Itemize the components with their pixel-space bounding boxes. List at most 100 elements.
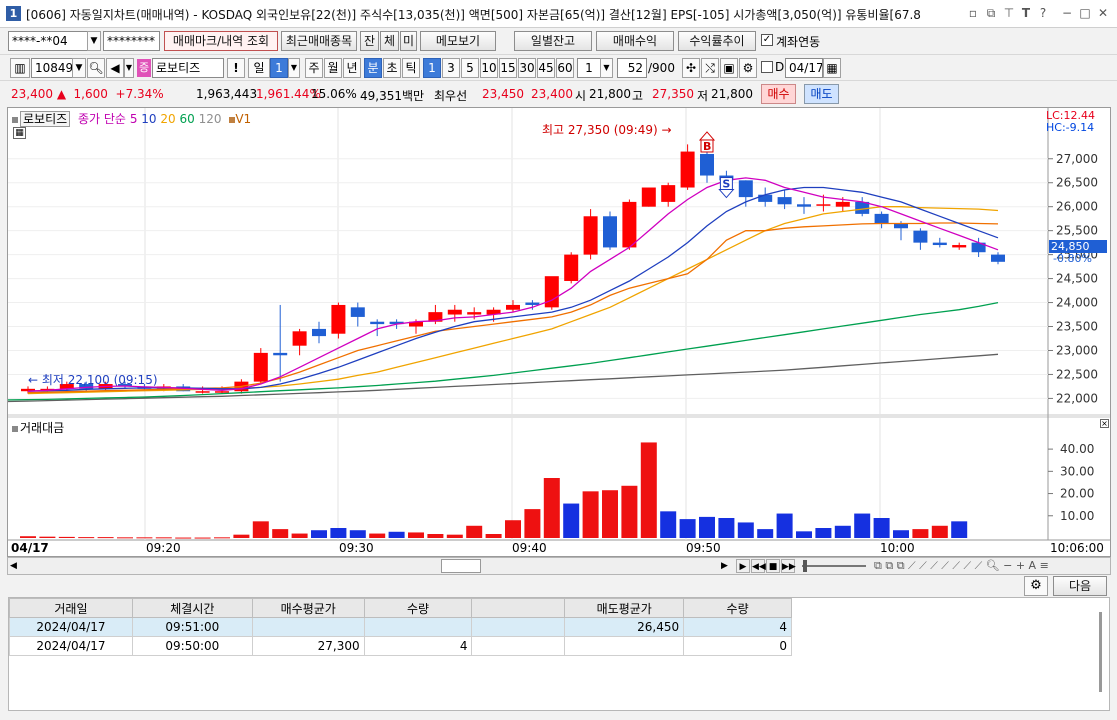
trade-profit-button[interactable]: 매매수익 [596,31,674,51]
header-exec-time[interactable]: 체결시간 [131,598,253,618]
period-year-button[interactable]: 년 [343,58,361,78]
candle-body [331,304,346,334]
tool-icon[interactable]: ⤭ [701,58,719,78]
period-second-button[interactable]: 초 [383,58,401,78]
header-buy-avg[interactable]: 매수평균가 [251,598,365,618]
cell-buy-qty [363,617,473,637]
candle-body [525,302,540,305]
minute-option-3[interactable]: 3 [442,58,460,78]
table-icon[interactable]: ▦ [13,127,26,139]
cell-blank [471,617,566,637]
date-field[interactable]: 04/17 [785,58,823,78]
close-icon[interactable]: ✕ [1096,6,1110,20]
restore-icon[interactable]: ⧉ [984,6,998,20]
table-row[interactable]: 2024/04/17 09:51:00 26,450 4 [9,617,792,637]
chart-type-icon[interactable]: ▥ [10,58,30,78]
minute-option-60[interactable]: 60 [556,58,574,78]
candle-body [758,194,773,202]
sell-button[interactable]: 매도 [804,84,839,104]
candle-body [447,309,462,315]
speaker-icon[interactable]: ◀ [106,58,124,78]
open-price: 21,800 [589,87,631,101]
thumbtack-icon[interactable]: ⊤ [1002,6,1016,20]
minute-option-30[interactable]: 30 [518,58,536,78]
memo-button[interactable]: 메모보기 [420,31,496,51]
next-button[interactable]: 다음 [1053,576,1107,596]
minute-option-45[interactable]: 45 [537,58,555,78]
volume-bar [252,521,269,538]
scroll-right-icon[interactable]: ▶ [721,560,733,572]
period-minute-button[interactable]: 분 [364,58,382,78]
save-icon[interactable]: ▣ [720,58,738,78]
interval-field[interactable]: 1 [577,58,601,78]
tab-che[interactable]: 체 [380,31,399,51]
app-icon[interactable]: 1 [6,6,21,21]
period-tick-button[interactable]: 틱 [402,58,420,78]
pin-icon[interactable]: ▫ [966,6,980,20]
chart-area[interactable]: 27,000 26,500 26,000 25,500 25,000 24,500 24,0… [7,107,1111,557]
maximize-icon[interactable]: □ [1078,6,1092,20]
text-icon[interactable]: T [1019,6,1033,20]
volume-bar [272,529,289,538]
crosshair-icon[interactable]: ✣ [682,58,700,78]
tab-mi[interactable]: 미 [400,31,417,51]
help-icon[interactable]: ? [1036,6,1050,20]
d-checkbox[interactable] [761,61,773,73]
minute-option-10[interactable]: 10 [480,58,498,78]
count-field[interactable]: 52 [617,58,647,78]
search-icon[interactable]: 🔍︎ [87,58,105,78]
calendar-icon[interactable]: ▦ [823,58,841,78]
volume-bar [78,537,95,539]
code-dropdown-icon[interactable]: ▼ [72,58,86,78]
stop-icon[interactable]: ■ [766,559,780,573]
panel-close-icon[interactable]: × [1100,419,1109,428]
recent-stocks-button[interactable]: 최근매매종목 [281,31,357,51]
account-link-checkbox[interactable]: ✓ [761,34,773,46]
trade-history-grid[interactable]: 거래일 체결시간 매수평균가 수량 매도평균가 수량 2024/04/17 09… [8,597,1110,711]
stock-code-field[interactable]: 108490 [31,58,73,78]
stock-name-field[interactable]: 로보티즈 [152,58,224,78]
zoom-slider[interactable] [802,565,866,567]
account-field[interactable]: ****-**04 [8,31,88,51]
zoom-slider-handle[interactable] [803,560,807,572]
candle-body [913,230,928,243]
daily-balance-button[interactable]: 일별잔고 [514,31,592,51]
minute-option-15[interactable]: 15 [499,58,517,78]
header-trade-date[interactable]: 거래일 [9,598,133,618]
period-month-button[interactable]: 월 [324,58,342,78]
scroll-left-icon[interactable]: ◀ [10,560,22,572]
scroll-thumb[interactable] [441,559,481,573]
grid-settings-icon[interactable]: ⚙ [1024,576,1048,596]
header-sell-qty[interactable]: 수량 [683,598,792,618]
chart-canvas[interactable]: 27,00026,50026,00025,50025,00024,50024,0… [8,108,1112,558]
period-week-button[interactable]: 주 [305,58,323,78]
trade-mark-button[interactable]: 매매마크/내역 조회 [164,31,278,51]
minimize-icon[interactable]: − [1060,6,1074,20]
speaker-dropdown-icon[interactable]: ▼ [124,58,134,78]
amount: 49,351백만 [360,89,425,103]
alert-icon[interactable]: ! [227,58,245,78]
buy-button[interactable]: 매수 [761,84,796,104]
period-num-field[interactable]: 1 [270,58,288,78]
rewind-icon[interactable]: ◀◀ [751,559,766,573]
interval-dropdown-icon[interactable]: ▼ [600,58,613,78]
account-dropdown-icon[interactable]: ▼ [87,31,101,51]
chart-scrollbar[interactable]: ◀ ▶ ▶ ◀◀ ■ ▶▶ ⧉ ⧉ ⧉ ⟋ ⟋ ⟋ ⟋ ⟋ ⟋ ⟋ 🔍︎ − +… [7,557,1111,575]
settings-icon[interactable]: ⚙ [739,58,757,78]
table-row[interactable]: 2024/04/17 09:50:00 27,300 4 0 [9,636,792,656]
minute-option-5[interactable]: 5 [461,58,479,78]
cell-buy-avg [251,617,365,637]
tab-jan[interactable]: 잔 [360,31,379,51]
grid-scrollbar[interactable] [1099,612,1102,692]
header-sell-avg[interactable]: 매도평균가 [564,598,685,618]
legend-stock-name[interactable]: 로보티즈 [20,111,71,127]
period-dropdown-icon[interactable]: ▼ [288,58,300,78]
play-icon[interactable]: ▶ [736,559,750,573]
password-field[interactable]: ******** [103,31,160,51]
profit-trend-button[interactable]: 수익률추이 [678,31,756,51]
minute-option-1[interactable]: 1 [423,58,441,78]
header-buy-qty[interactable]: 수량 [363,598,473,618]
fast-forward-icon[interactable]: ▶▶ [781,559,796,573]
period-day-button[interactable]: 일 [248,58,270,78]
drawing-tools-icon[interactable]: ⧉ ⧉ ⧉ ⟋ ⟋ ⟋ ⟋ ⟋ ⟋ ⟋ 🔍︎ − + A ≡ [874,559,1049,573]
